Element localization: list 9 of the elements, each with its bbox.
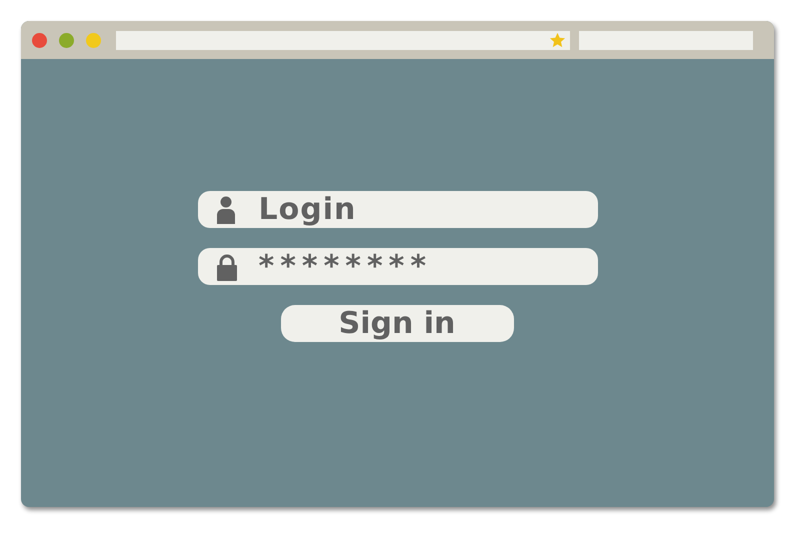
search-field[interactable]	[579, 30, 753, 50]
window-control-dot[interactable]	[32, 32, 47, 48]
star-icon[interactable]	[549, 32, 566, 48]
window-control-dot[interactable]	[59, 32, 74, 48]
password-field[interactable]: ********	[198, 248, 598, 285]
login-field[interactable]: Login	[198, 191, 598, 228]
sign-in-button[interactable]: Sign in	[280, 305, 514, 342]
window-control-dot[interactable]	[86, 32, 101, 48]
address-bar[interactable]	[116, 30, 570, 50]
